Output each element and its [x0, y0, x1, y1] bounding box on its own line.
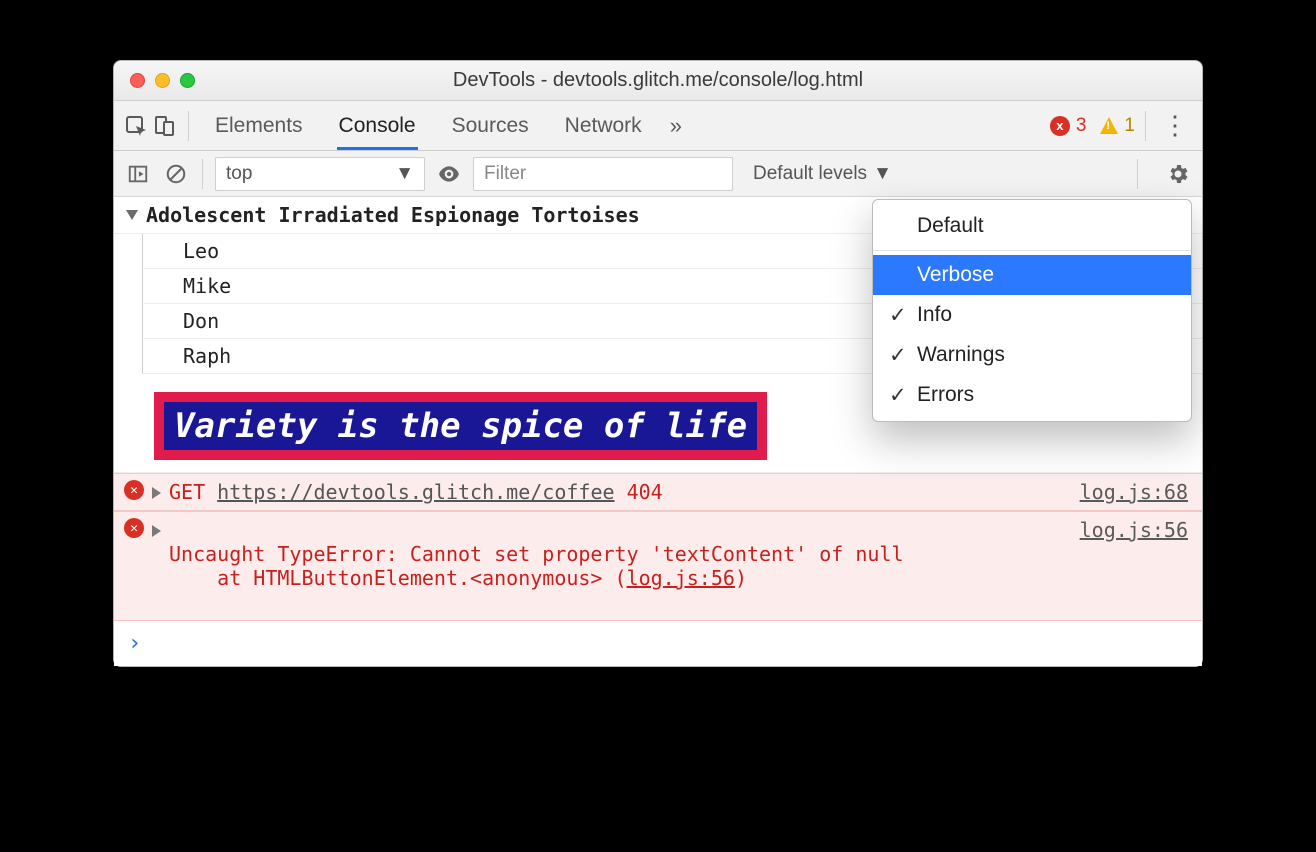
expand-icon[interactable] [152, 525, 161, 537]
error-row[interactable]: ✕ Uncaught TypeError: Cannot set propert… [114, 511, 1202, 621]
level-option-warnings[interactable]: Warnings [873, 335, 1191, 375]
context-selector[interactable]: top ▼ [215, 157, 425, 191]
log-levels-selector[interactable]: Default levels ▼ [753, 163, 892, 185]
show-console-sidebar-icon[interactable] [124, 160, 152, 188]
disclosure-triangle-icon [126, 210, 138, 220]
device-toolbar-icon[interactable] [150, 112, 178, 140]
levels-label: Default levels [753, 163, 867, 185]
styled-log-box: Variety is the spice of life [154, 392, 767, 460]
main-tabs-bar: Elements Console Sources Network » x 3 1… [114, 101, 1202, 151]
live-expressions-icon[interactable] [435, 160, 463, 188]
tab-elements[interactable]: Elements [213, 102, 305, 150]
more-options-icon[interactable]: ⋮ [1156, 110, 1192, 141]
titlebar: DevTools - devtools.glitch.me/console/lo… [114, 61, 1202, 101]
filter-input[interactable]: Filter [473, 157, 733, 191]
tab-console[interactable]: Console [337, 102, 418, 150]
source-link[interactable]: log.js:56 [1080, 518, 1188, 542]
tabs: Elements Console Sources Network [213, 102, 644, 150]
warning-badge-icon [1100, 117, 1118, 134]
traffic-lights [130, 73, 195, 88]
issue-counts[interactable]: x 3 1 [1050, 115, 1135, 137]
warning-count: 1 [1124, 115, 1135, 137]
error-url[interactable]: https://devtools.glitch.me/coffee [217, 480, 614, 504]
expand-icon[interactable] [152, 487, 161, 499]
level-option-errors[interactable]: Errors [873, 375, 1191, 415]
console-settings-icon[interactable] [1164, 160, 1192, 188]
filter-placeholder: Filter [484, 163, 526, 185]
level-option-default[interactable]: Default [873, 206, 1191, 246]
levels-dropdown: Default Verbose Info Warnings Errors [872, 199, 1192, 422]
tabs-overflow-button[interactable]: » [670, 113, 682, 139]
separator [202, 159, 203, 189]
error-icon: ✕ [124, 480, 144, 500]
prompt-chevron-icon: › [128, 631, 141, 656]
level-option-verbose[interactable]: Verbose [873, 255, 1191, 295]
console-toolbar: top ▼ Filter Default levels ▼ [114, 151, 1202, 197]
http-method: GET [169, 480, 205, 504]
styled-message: Variety is the spice of life [164, 402, 757, 450]
error-row[interactable]: ✕ GET https://devtools.glitch.me/coffee … [114, 473, 1202, 511]
separator [1137, 159, 1138, 189]
devtools-window: DevTools - devtools.glitch.me/console/lo… [113, 60, 1203, 667]
tab-network[interactable]: Network [563, 102, 644, 150]
separator [1145, 111, 1146, 141]
error-message: Uncaught TypeError: Cannot set property … [169, 518, 904, 614]
console-prompt[interactable]: › [114, 621, 1202, 666]
chevron-down-icon: ▼ [395, 163, 414, 185]
clear-console-icon[interactable] [162, 160, 190, 188]
error-count: 3 [1076, 115, 1087, 137]
context-value: top [226, 163, 252, 185]
window-title: DevTools - devtools.glitch.me/console/lo… [453, 69, 863, 92]
error-badge-icon: x [1050, 116, 1070, 136]
zoom-window-button[interactable] [180, 73, 195, 88]
minimize-window-button[interactable] [155, 73, 170, 88]
tab-sources[interactable]: Sources [450, 102, 531, 150]
http-status: 404 [627, 480, 663, 504]
group-title: Adolescent Irradiated Espionage Tortoise… [146, 203, 640, 227]
inspect-element-icon[interactable] [122, 112, 150, 140]
level-option-info[interactable]: Info [873, 295, 1191, 335]
source-link[interactable]: log.js:68 [1080, 480, 1188, 504]
close-window-button[interactable] [130, 73, 145, 88]
stack-prefix: at HTMLButtonElement.<anonymous> ( [169, 566, 627, 590]
menu-divider [873, 250, 1191, 251]
separator [188, 111, 189, 141]
chevron-down-icon: ▼ [873, 163, 892, 185]
error-text: Uncaught TypeError: Cannot set property … [169, 542, 904, 566]
error-icon: ✕ [124, 518, 144, 538]
stack-suffix: ) [735, 566, 747, 590]
stack-link[interactable]: log.js:56 [627, 566, 735, 590]
error-message: GET https://devtools.glitch.me/coffee 40… [169, 480, 663, 504]
